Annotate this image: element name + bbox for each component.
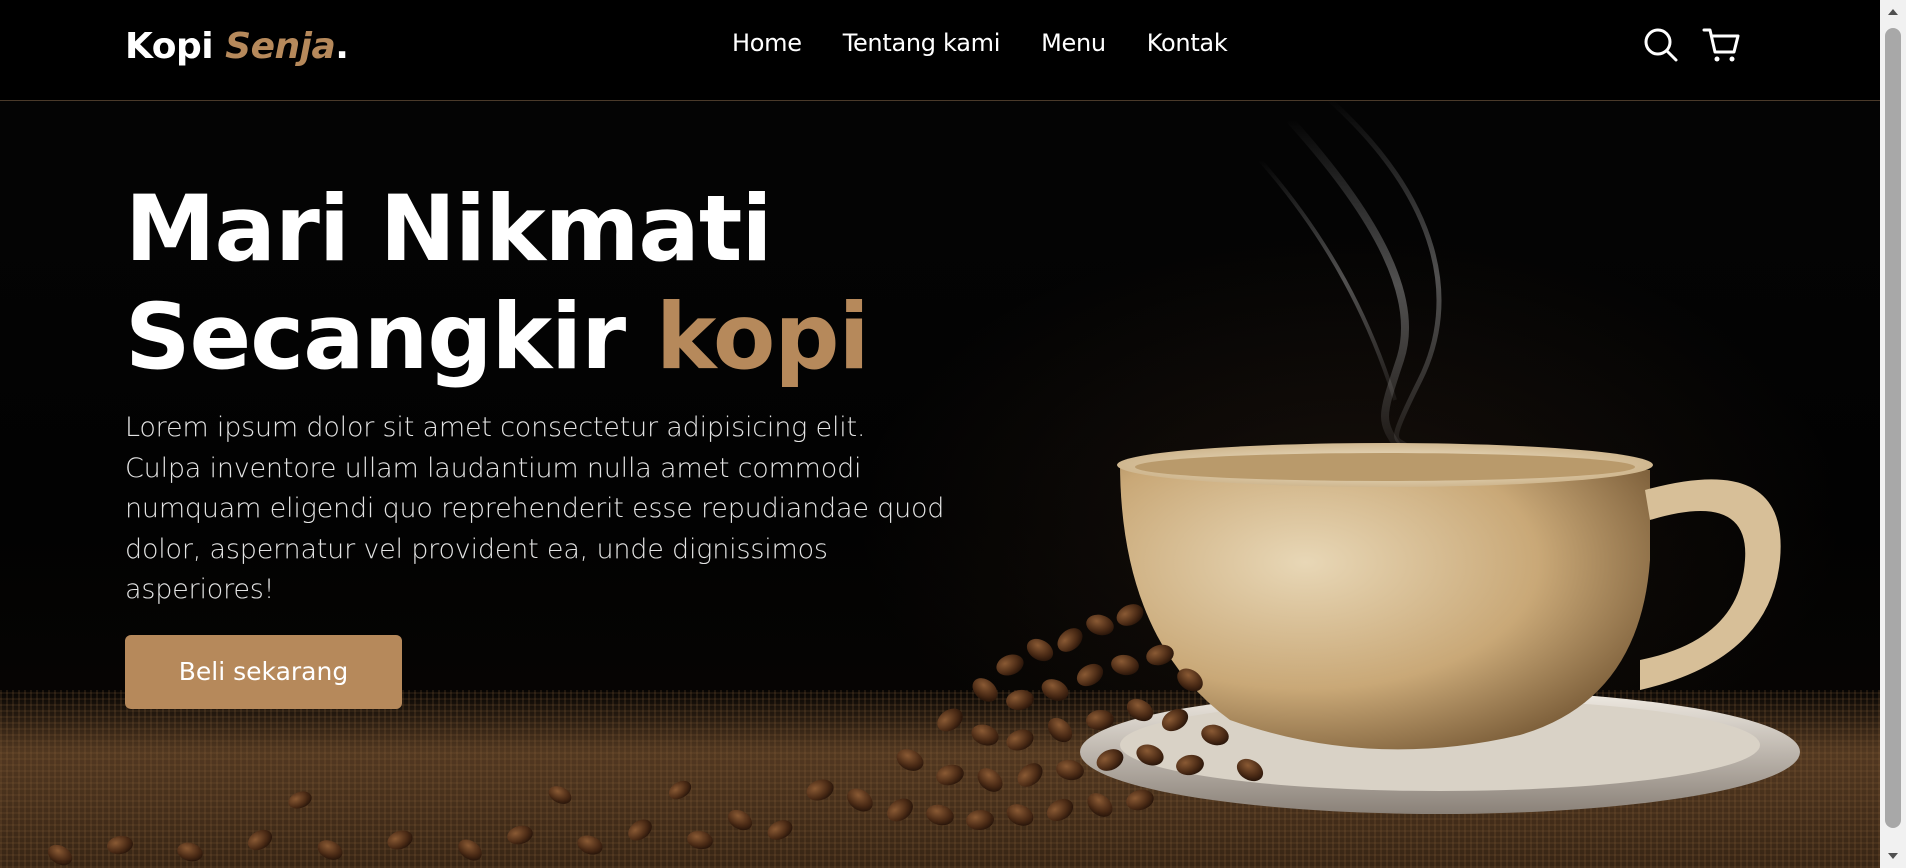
hero-description: Lorem ipsum dolor sit amet consectetur a… — [125, 412, 945, 605]
buy-now-button[interactable]: Beli sekarang — [125, 634, 402, 709]
navbar: Kopi Senja. Home Tentang kami Menu Konta… — [0, 0, 1880, 101]
hero-title: Mari Nikmati Secangkir kopi — [125, 176, 975, 392]
scroll-up-arrow-icon[interactable] — [1888, 9, 1898, 15]
shopping-cart-icon[interactable] — [1702, 26, 1740, 64]
hero-title-accent: kopi — [655, 285, 870, 390]
brand-name-part1: Kopi — [125, 26, 226, 67]
nav-link-tentang-kami[interactable]: Tentang kami — [843, 29, 1001, 57]
hero-title-line1: Mari Nikmati — [125, 177, 773, 282]
nav-link-home[interactable]: Home — [732, 29, 802, 57]
scroll-down-arrow-icon[interactable] — [1888, 853, 1898, 859]
nav-link-kontak[interactable]: Kontak — [1147, 29, 1228, 57]
brand-name-part2: Senja — [225, 26, 336, 67]
search-icon[interactable] — [1642, 26, 1680, 64]
brand-name-suffix: . — [335, 26, 349, 67]
brand-logo[interactable]: Kopi Senja. — [125, 26, 349, 67]
nav-link-menu[interactable]: Menu — [1041, 29, 1106, 57]
nav-icons — [1642, 26, 1740, 64]
scrollbar-thumb[interactable] — [1885, 28, 1901, 828]
hero-title-line2: Secangkir — [125, 285, 656, 390]
nav-links: Home Tentang kami Menu Kontak — [732, 29, 1268, 57]
hero-content: Mari Nikmati Secangkir kopi Lorem ipsum … — [125, 176, 975, 709]
vertical-scrollbar[interactable] — [1880, 0, 1906, 868]
